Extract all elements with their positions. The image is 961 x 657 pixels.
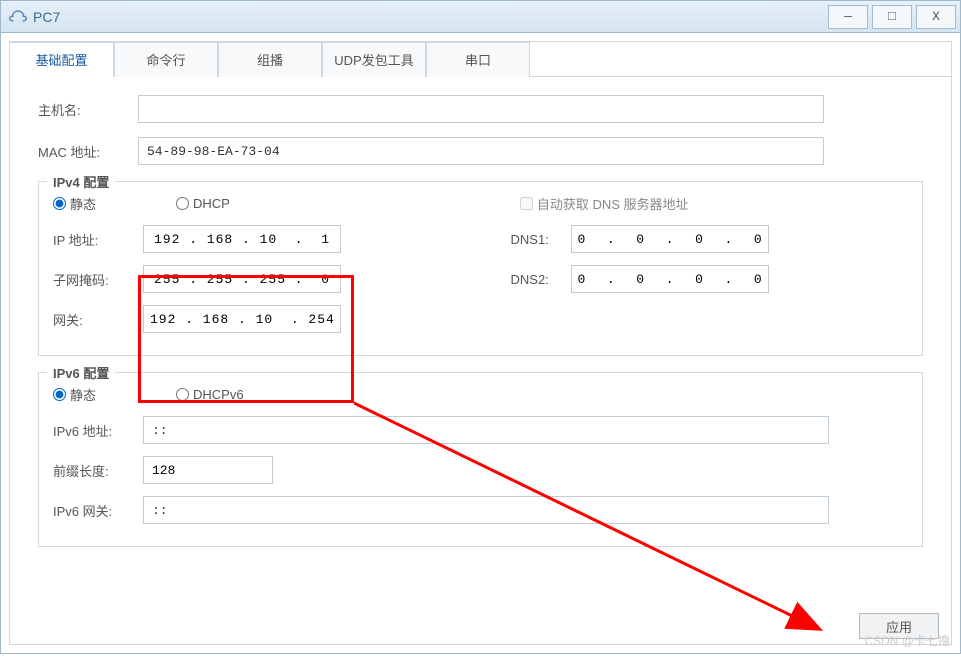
auto-dns-checkbox[interactable]: 自动获取 DNS 服务器地址 xyxy=(520,194,689,213)
window-controls: — □ X xyxy=(828,5,960,29)
ipv4-legend: IPv4 配置 xyxy=(47,172,115,191)
ipv6-prefix-label: 前缀长度: xyxy=(53,461,143,480)
auto-dns-checkbox-input xyxy=(520,197,533,210)
tab-cli[interactable]: 命令行 xyxy=(114,42,218,77)
tab-serial[interactable]: 串口 xyxy=(426,42,530,77)
tab-udp-tool[interactable]: UDP发包工具 xyxy=(322,42,426,77)
ipv6-prefix-input[interactable] xyxy=(143,456,273,484)
minimize-button[interactable]: — xyxy=(828,5,868,29)
ipv6-legend: IPv6 配置 xyxy=(47,363,115,382)
dns2-input[interactable] xyxy=(571,265,769,293)
ipv4-static-radio[interactable]: 静态 xyxy=(53,194,96,213)
ipv6-address-input[interactable] xyxy=(143,416,829,444)
ipv4-dhcp-radio[interactable]: DHCP xyxy=(176,196,230,211)
tab-content: 主机名: MAC 地址: IPv4 配置 静态 DHCP xyxy=(10,77,951,645)
hostname-label: 主机名: xyxy=(38,100,138,119)
auto-dns-label: 自动获取 DNS 服务器地址 xyxy=(537,194,689,213)
ip-address-label: IP 地址: xyxy=(53,230,143,249)
ipv6-static-radio-label: 静态 xyxy=(70,385,96,404)
app-window: PC7 — □ X 基础配置 命令行 组播 UDP发包工具 串口 主机名: MA… xyxy=(0,0,961,654)
mac-label: MAC 地址: xyxy=(38,142,138,161)
ipv4-fieldset: IPv4 配置 静态 DHCP 自动获取 DNS 服务器地址 xyxy=(38,181,923,356)
content-frame: 基础配置 命令行 组播 UDP发包工具 串口 主机名: MAC 地址: IPv4… xyxy=(9,41,952,645)
hostname-input[interactable] xyxy=(138,95,824,123)
ipv4-static-radio-input[interactable] xyxy=(53,197,66,210)
ipv6-dhcp-radio-input[interactable] xyxy=(176,388,189,401)
ipv6-static-radio-input[interactable] xyxy=(53,388,66,401)
ipv6-address-label: IPv6 地址: xyxy=(53,421,143,440)
ipv6-dhcp-radio[interactable]: DHCPv6 xyxy=(176,387,244,402)
gateway-label: 网关: xyxy=(53,310,143,329)
tabs: 基础配置 命令行 组播 UDP发包工具 串口 xyxy=(10,42,951,77)
subnet-mask-label: 子网掩码: xyxy=(53,270,143,289)
ipv6-fieldset: IPv6 配置 静态 DHCPv6 IPv6 地址: 前缀长 xyxy=(38,372,923,547)
mac-input[interactable] xyxy=(138,137,824,165)
ipv4-dhcp-radio-input[interactable] xyxy=(176,197,189,210)
subnet-mask-input[interactable] xyxy=(143,265,341,293)
dns1-input[interactable] xyxy=(571,225,769,253)
titlebar: PC7 — □ X xyxy=(1,1,960,33)
ipv6-gateway-input[interactable] xyxy=(143,496,829,524)
ip-address-input[interactable] xyxy=(143,225,341,253)
dns1-label: DNS1: xyxy=(511,232,571,247)
gateway-input[interactable] xyxy=(143,305,341,333)
app-icon xyxy=(9,8,27,26)
ipv6-gateway-label: IPv6 网关: xyxy=(53,501,143,520)
ipv4-static-radio-label: 静态 xyxy=(70,194,96,213)
window-title: PC7 xyxy=(33,9,60,25)
close-button[interactable]: X xyxy=(916,5,956,29)
dns2-label: DNS2: xyxy=(511,272,571,287)
tab-multicast[interactable]: 组播 xyxy=(218,42,322,77)
ipv6-dhcp-radio-label: DHCPv6 xyxy=(193,387,244,402)
ipv6-static-radio[interactable]: 静态 xyxy=(53,385,96,404)
apply-button[interactable]: 应用 xyxy=(859,613,939,639)
maximize-button[interactable]: □ xyxy=(872,5,912,29)
tab-basic-config[interactable]: 基础配置 xyxy=(10,42,114,77)
ipv4-dhcp-radio-label: DHCP xyxy=(193,196,230,211)
